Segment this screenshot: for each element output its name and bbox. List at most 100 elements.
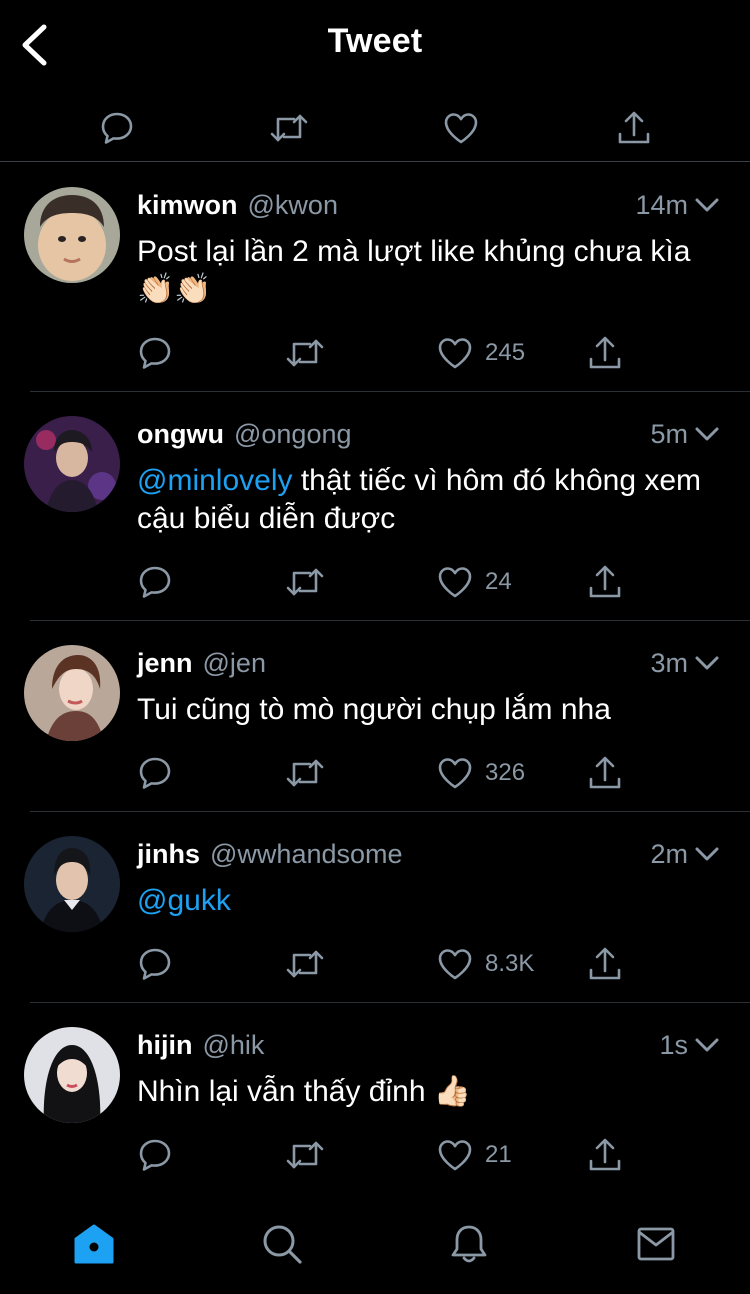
like-count: 8.3K	[485, 950, 535, 977]
timestamp: 5m	[650, 418, 688, 449]
retweet-button[interactable]	[285, 1135, 325, 1175]
reply-button[interactable]	[137, 753, 173, 793]
chevron-down-icon[interactable]	[692, 836, 722, 872]
reply-button[interactable]	[137, 562, 173, 602]
tab-search[interactable]	[252, 1216, 312, 1272]
reply-icon	[137, 946, 173, 982]
retweet-icon	[285, 755, 325, 791]
retweet-button[interactable]	[285, 562, 325, 602]
tweet-item[interactable]: kimwon @kwon 14m Post lại lần 2 mà lượt …	[0, 163, 750, 392]
reply-button[interactable]	[137, 1135, 173, 1175]
share-icon	[588, 755, 622, 791]
like-count: 245	[485, 339, 526, 366]
tab-messages[interactable]	[626, 1216, 686, 1272]
retweet-icon	[285, 946, 325, 982]
username[interactable]: @jen	[203, 648, 266, 679]
retweet-button[interactable]	[285, 944, 325, 984]
like-count: 24	[485, 568, 512, 595]
share-icon	[588, 564, 622, 600]
tab-notifications[interactable]	[439, 1216, 499, 1272]
tweet-actions: 326	[137, 753, 637, 793]
like-icon	[437, 336, 473, 370]
display-name[interactable]: jenn	[137, 648, 193, 679]
home-icon	[72, 1223, 116, 1265]
retweet-icon	[285, 564, 325, 600]
retweet-icon	[269, 110, 309, 146]
reply-icon	[137, 1137, 173, 1173]
timestamp: 2m	[650, 838, 688, 869]
share-icon	[588, 946, 622, 982]
tweet-item[interactable]: jinhs @wwhandsome 2m @gukk 8.3K	[0, 812, 750, 1003]
reply-icon	[137, 564, 173, 600]
reply-icon	[99, 110, 135, 146]
chevron-down-icon[interactable]	[692, 187, 722, 223]
like-count: 326	[485, 759, 526, 786]
tweet-text: Post lại lần 2 mà lượt like khủng chưa k…	[137, 233, 717, 309]
share-button[interactable]	[588, 1135, 622, 1175]
share-button[interactable]	[606, 100, 662, 156]
tweet-header: kimwon @kwon 14m	[137, 187, 722, 223]
share-icon	[617, 110, 651, 146]
like-button[interactable]: 8.3K	[437, 944, 534, 984]
tweet-item[interactable]: jenn @jen 3m Tui cũng tò mò người chụp l…	[0, 621, 750, 812]
tweet-text: Nhìn lại vẫn thấy đỉnh 👍🏻	[137, 1073, 717, 1111]
timestamp: 1s	[659, 1029, 688, 1060]
username[interactable]: @kwon	[248, 190, 338, 221]
display-name[interactable]: ongwu	[137, 419, 224, 450]
tab-home[interactable]	[64, 1216, 124, 1272]
tweet-body: Post lại lần 2 mà lượt like khủng chưa k…	[137, 235, 691, 306]
avatar[interactable]	[24, 836, 120, 932]
mention-link[interactable]: @gukk	[137, 884, 231, 917]
share-button[interactable]	[588, 753, 622, 793]
like-icon	[437, 756, 473, 790]
reply-button[interactable]	[137, 944, 173, 984]
like-count: 21	[485, 1141, 512, 1168]
avatar[interactable]	[24, 416, 120, 512]
like-icon	[437, 565, 473, 599]
messages-icon	[636, 1226, 676, 1262]
chevron-down-icon[interactable]	[692, 416, 722, 452]
tweet-actions: 245	[137, 333, 637, 373]
username[interactable]: @hik	[203, 1030, 265, 1061]
like-button[interactable]: 24	[437, 562, 512, 602]
like-button[interactable]	[433, 100, 489, 156]
tweet-item[interactable]: hijin @hik 1s Nhìn lại vẫn thấy đỉnh 👍🏻 …	[0, 1003, 750, 1194]
reply-feed: kimwon @kwon 14m Post lại lần 2 mà lượt …	[0, 163, 750, 1194]
share-icon	[588, 1137, 622, 1173]
display-name[interactable]: hijin	[137, 1030, 193, 1061]
like-button[interactable]: 245	[437, 333, 525, 373]
like-button[interactable]: 326	[437, 753, 525, 793]
share-icon	[588, 335, 622, 371]
share-button[interactable]	[588, 944, 622, 984]
username[interactable]: @wwhandsome	[210, 839, 403, 870]
like-button[interactable]: 21	[437, 1135, 512, 1175]
retweet-button[interactable]	[285, 333, 325, 373]
chevron-down-icon[interactable]	[692, 645, 722, 681]
avatar[interactable]	[24, 645, 120, 741]
tweet-header: hijin @hik 1s	[137, 1027, 722, 1063]
display-name[interactable]: jinhs	[137, 839, 200, 870]
display-name[interactable]: kimwon	[137, 190, 238, 221]
retweet-button[interactable]	[261, 100, 317, 156]
mention-link[interactable]: @minlovely	[137, 464, 293, 497]
timestamp: 14m	[635, 189, 688, 220]
tweet-item[interactable]: ongwu @ongong 5m @minlovely thật tiếc vì…	[0, 392, 750, 621]
tweet-body: Nhìn lại vẫn thấy đỉnh 👍🏻	[137, 1075, 472, 1108]
chevron-down-icon[interactable]	[692, 1027, 722, 1063]
header: Tweet	[0, 0, 750, 90]
tweet-text: @minlovely thật tiếc vì hôm đó không xem…	[137, 462, 717, 538]
retweet-button[interactable]	[285, 753, 325, 793]
share-button[interactable]	[588, 562, 622, 602]
reply-button[interactable]	[89, 100, 145, 156]
reply-button[interactable]	[137, 333, 173, 373]
tweet-actions: 24	[137, 562, 637, 602]
avatar[interactable]	[24, 1027, 120, 1123]
share-button[interactable]	[588, 333, 622, 373]
avatar[interactable]	[24, 187, 120, 283]
notifications-icon	[449, 1223, 489, 1265]
bottom-tab-bar	[0, 1196, 750, 1294]
username[interactable]: @ongong	[234, 419, 352, 450]
tweet-header: jinhs @wwhandsome 2m	[137, 836, 722, 872]
like-icon	[443, 111, 479, 145]
tweet-body: Tui cũng tò mò người chụp lắm nha	[137, 693, 611, 726]
